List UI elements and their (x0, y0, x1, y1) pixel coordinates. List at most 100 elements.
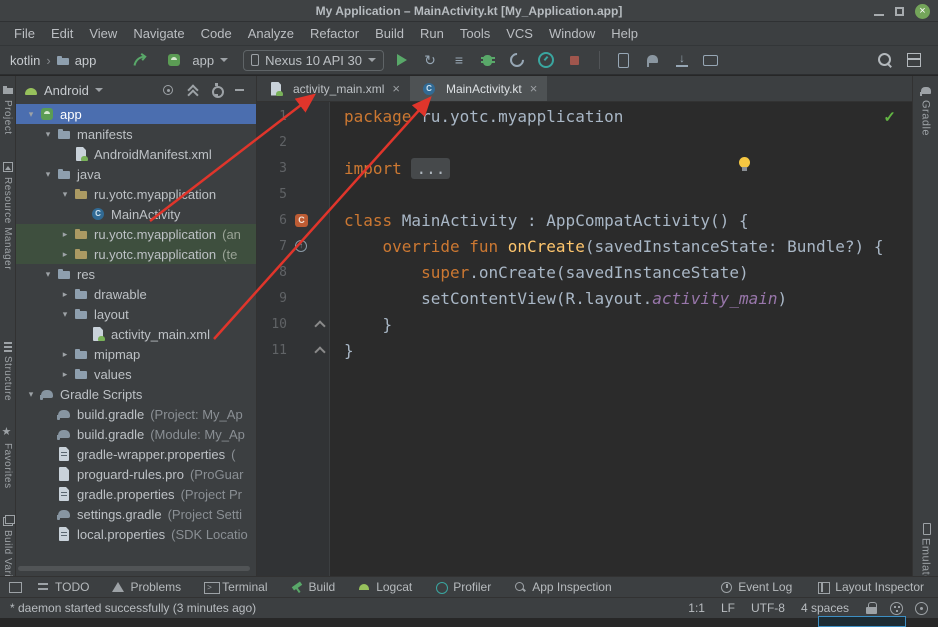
stripe-resource-manager[interactable]: Resource Manager (2, 161, 14, 270)
toolwindow-button-layout-inspector[interactable]: Layout Inspector (816, 580, 924, 594)
sdk-manager-icon[interactable] (672, 50, 692, 70)
menu-tools[interactable]: Tools (452, 23, 498, 44)
caret-position[interactable]: 1:1 (688, 601, 705, 615)
editor-tab-activity-main-xml[interactable]: activity_main.xml× (257, 76, 410, 101)
toolwindow-button-problems[interactable]: Problems (111, 580, 181, 594)
menu-view[interactable]: View (81, 23, 125, 44)
menu-analyze[interactable]: Analyze (240, 23, 302, 44)
menu-edit[interactable]: Edit (43, 23, 81, 44)
menu-navigate[interactable]: Navigate (125, 23, 192, 44)
chevron-down-icon[interactable]: ▾ (58, 189, 72, 200)
chevron-down-icon[interactable]: ▾ (41, 269, 55, 280)
menu-run[interactable]: Run (412, 23, 452, 44)
override-gutter-icon[interactable] (295, 240, 307, 252)
menu-refactor[interactable]: Refactor (302, 23, 367, 44)
tree-item-mipmap[interactable]: ▸mipmap (16, 344, 256, 364)
close-tab-icon[interactable]: × (530, 81, 538, 96)
run-configurations-icon[interactable] (449, 50, 469, 70)
tree-item-drawable[interactable]: ▸drawable (16, 284, 256, 304)
tree-item-build-gradle[interactable]: build.gradle(Project: My_Ap (16, 404, 256, 424)
tree-item-values[interactable]: ▸values (16, 364, 256, 384)
device-manager-icon[interactable] (614, 50, 634, 70)
tree-item-manifests[interactable]: ▾manifests (16, 124, 256, 144)
minimize-button[interactable] (874, 14, 884, 16)
tree-item-mainactivity[interactable]: MainActivity (16, 204, 256, 224)
sync-gradle-icon[interactable] (643, 50, 663, 70)
tree-item-build-gradle[interactable]: build.gradle(Module: My_Ap (16, 424, 256, 444)
quick-access-icon[interactable] (8, 580, 22, 594)
menu-help[interactable]: Help (603, 23, 646, 44)
tree-item-ru-yotc-myapplication[interactable]: ▸ru.yotc.myapplication(an (16, 224, 256, 244)
chevron-down-icon[interactable]: ▾ (58, 309, 72, 320)
toolwindow-button-build[interactable]: Build (290, 580, 336, 594)
file-encoding[interactable]: UTF-8 (751, 601, 785, 615)
fold-marker-icon[interactable] (314, 346, 325, 357)
menu-code[interactable]: Code (193, 23, 240, 44)
make-project-icon[interactable] (130, 50, 150, 70)
search-icon[interactable] (875, 50, 895, 70)
collapse-all-icon[interactable] (184, 82, 200, 98)
tree-item-settings-gradle[interactable]: settings.gradle(Project Setti (16, 504, 256, 524)
chevron-right-icon[interactable]: ▸ (58, 229, 72, 240)
horizontal-scrollbar[interactable] (18, 566, 250, 571)
tree-item-gradle-properties[interactable]: gradle.properties(Project Pr (16, 484, 256, 504)
menu-build[interactable]: Build (367, 23, 412, 44)
background-tasks-icon[interactable] (915, 602, 928, 615)
toolwindow-button-event-log[interactable]: Event Log (719, 580, 792, 594)
device-select[interactable]: Nexus 10 API 30 (243, 50, 384, 71)
toolwindow-button-profiler[interactable]: Profiler (434, 580, 491, 594)
stripe-emulator[interactable]: Emulator (920, 522, 932, 576)
tree-item-ru-yotc-myapplication[interactable]: ▸ru.yotc.myapplication(te (16, 244, 256, 264)
chevron-right-icon[interactable]: ▸ (58, 369, 72, 380)
line-separator[interactable]: LF (721, 601, 735, 615)
layout-editor-icon[interactable] (904, 50, 924, 70)
tree-item-gradle-wrapper-properties[interactable]: gradle-wrapper.properties( (16, 444, 256, 464)
menu-window[interactable]: Window (541, 23, 603, 44)
indent-setting[interactable]: 4 spaces (801, 601, 849, 615)
project-view-mode-select[interactable]: Android (24, 83, 103, 98)
inspections-profile-icon[interactable] (890, 602, 903, 615)
chevron-down-icon[interactable]: ▾ (24, 109, 38, 120)
attach-debugger-icon[interactable] (507, 50, 527, 70)
tree-item-app[interactable]: ▾app (16, 104, 256, 124)
tree-item-gradle-scripts[interactable]: ▾Gradle Scripts (16, 384, 256, 404)
rerun-icon[interactable] (420, 50, 440, 70)
locate-file-icon[interactable] (160, 82, 176, 98)
stripe-build-variants[interactable]: Build Variants (2, 514, 14, 576)
tree-item-res[interactable]: ▾res (16, 264, 256, 284)
run-configuration-select[interactable]: app (158, 50, 235, 70)
tree-item-activity-main-xml[interactable]: activity_main.xml (16, 324, 256, 344)
stripe-structure[interactable]: Structure (2, 340, 14, 401)
profiler-icon[interactable] (536, 50, 556, 70)
tree-item-layout[interactable]: ▾layout (16, 304, 256, 324)
stop-icon[interactable] (565, 50, 585, 70)
toolwindow-button-terminal[interactable]: Terminal (203, 580, 267, 594)
stripe-favorites[interactable]: Favorites (2, 427, 14, 489)
tree-item-proguard-rules-pro[interactable]: proguard-rules.pro(ProGuar (16, 464, 256, 484)
tree-item-java[interactable]: ▾java (16, 164, 256, 184)
toolwindow-button-app-inspection[interactable]: App Inspection (513, 580, 611, 594)
chevron-right-icon[interactable]: ▸ (58, 289, 72, 300)
close-tab-icon[interactable]: × (392, 81, 400, 96)
settings-icon[interactable] (208, 82, 224, 98)
menu-file[interactable]: File (6, 23, 43, 44)
menu-vcs[interactable]: VCS (498, 23, 541, 44)
debug-icon[interactable] (478, 50, 498, 70)
intention-bulb-icon[interactable] (739, 157, 750, 168)
close-button[interactable]: × (915, 4, 930, 19)
stripe-gradle[interactable]: Gradle (920, 84, 932, 136)
toolwindow-button-todo[interactable]: TODO (36, 580, 89, 594)
code-editor[interactable]: 123567891011 package ru.yotc.myapplicati… (257, 102, 912, 576)
avd-manager-icon[interactable] (701, 50, 721, 70)
chevron-down-icon[interactable]: ▾ (24, 389, 38, 400)
toolwindow-button-logcat[interactable]: Logcat (357, 580, 412, 594)
tree-item-ru-yotc-myapplication[interactable]: ▾ru.yotc.myapplication (16, 184, 256, 204)
chevron-down-icon[interactable]: ▾ (41, 129, 55, 140)
chevron-right-icon[interactable]: ▸ (58, 249, 72, 260)
tree-item-local-properties[interactable]: local.properties(SDK Locatio (16, 524, 256, 544)
stripe-project[interactable]: Project (2, 84, 14, 135)
tree-item-androidmanifest-xml[interactable]: AndroidManifest.xml (16, 144, 256, 164)
chevron-down-icon[interactable]: ▾ (41, 169, 55, 180)
fold-marker-icon[interactable] (314, 320, 325, 331)
chevron-right-icon[interactable]: ▸ (58, 349, 72, 360)
